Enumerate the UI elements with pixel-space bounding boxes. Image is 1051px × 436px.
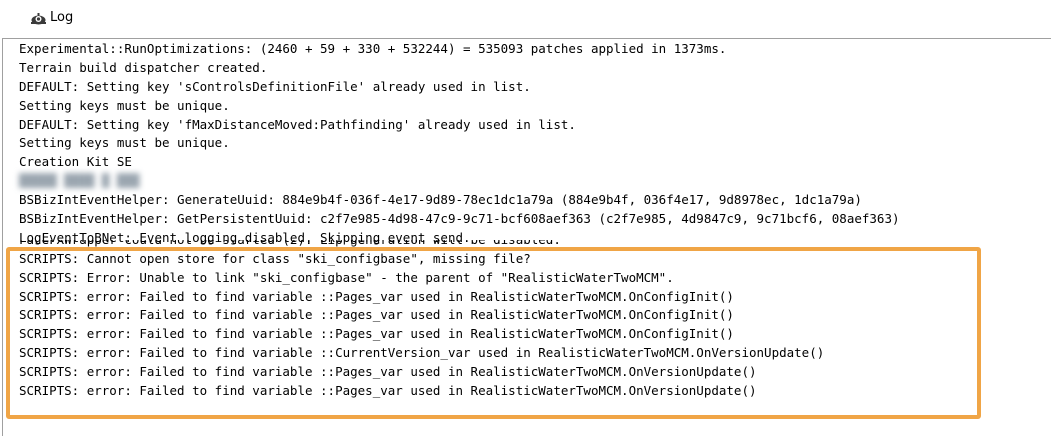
log-line-partially-hidden: FaceFXWrapper could not be started (2). … — [19, 240, 900, 250]
window-title: Log — [50, 10, 74, 25]
log-line: Experimental::RunOptimizations: (2460 + … — [19, 41, 727, 56]
log-line: DEFAULT: Setting key 'fMaxDistanceMoved:… — [19, 116, 576, 132]
log-line: SCRIPTS: error: Failed to find variable … — [19, 288, 734, 304]
log-line: SCRIPTS: error: Failed to find variable … — [19, 345, 825, 361]
log-line-text: FaceFXWrapper could not be started (2). … — [19, 240, 900, 250]
log-line: SCRIPTS: Error: Unable to link "ski_conf… — [19, 269, 674, 285]
log-line: BSBizIntEventHelper: GenerateUuid: 884e9… — [19, 192, 862, 208]
log-line: Creation Kit SE — [19, 154, 132, 170]
log-line: SCRIPTS: Cannot open store for class "sk… — [19, 250, 531, 266]
log-line: BSBizIntEventHelper: GetPersistentUuid: … — [19, 211, 900, 227]
gear-icon — [31, 13, 46, 25]
log-line: DEFAULT: Setting key 'sControlsDefinitio… — [19, 78, 531, 94]
log-window: Log Experimental::RunOptimizations: (246… — [0, 0, 1051, 436]
redacted-log-line: █████ ████ █ ███ — [19, 173, 140, 189]
log-line: Terrain build dispatcher created. — [19, 59, 268, 75]
log-lines: Experimental::RunOptimizations: (2460 + … — [19, 40, 900, 401]
log-line: SCRIPTS: error: Failed to find variable … — [19, 364, 757, 380]
title-bar[interactable]: Log — [0, 0, 1051, 38]
log-line: SCRIPTS: error: Failed to find variable … — [19, 383, 757, 399]
log-line: SCRIPTS: error: Failed to find variable … — [19, 326, 734, 342]
log-output[interactable]: Experimental::RunOptimizations: (2460 + … — [2, 38, 1051, 436]
log-line: SCRIPTS: error: Failed to find variable … — [19, 307, 734, 323]
log-line: Setting keys must be unique. — [19, 135, 230, 151]
log-line: Setting keys must be unique. — [19, 97, 230, 113]
